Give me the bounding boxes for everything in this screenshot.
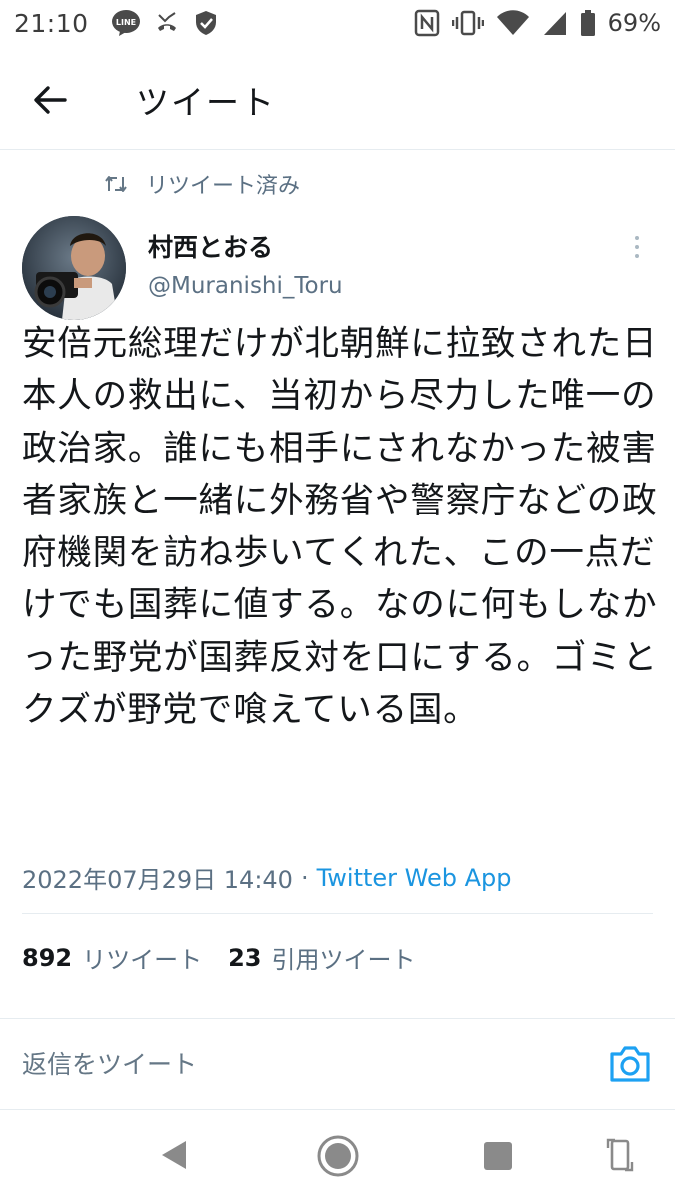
line-icon: LINE — [111, 9, 141, 37]
battery-icon — [580, 9, 596, 37]
triangle-back-icon — [162, 1141, 186, 1169]
system-nav-bar — [0, 1110, 675, 1200]
more-options-button[interactable] — [622, 230, 652, 264]
retweeted-label: リツイート済み — [146, 174, 301, 199]
retweet-icon — [105, 176, 127, 192]
reply-bar: 返信をツイート — [0, 1018, 675, 1110]
status-bar: 21:10 LINE 69% — [0, 0, 675, 46]
retweets-stat[interactable]: 892 リツイート — [22, 940, 202, 975]
retweets-label: リツイート — [82, 946, 203, 974]
meta-separator: · — [300, 863, 309, 892]
rotate-screen-icon — [606, 1138, 634, 1172]
more-dot-icon — [635, 245, 639, 249]
nav-back-button[interactable] — [158, 1138, 190, 1176]
arrow-left-icon — [34, 86, 67, 114]
camera-icon — [610, 1046, 650, 1082]
author-name[interactable]: 村西とおる — [148, 228, 273, 264]
divider — [22, 913, 653, 914]
source-app-link[interactable]: Twitter Web App — [317, 864, 512, 892]
back-button[interactable] — [30, 80, 70, 120]
more-dot-icon — [635, 254, 639, 258]
shield-icon — [193, 9, 219, 37]
line-icon-label: LINE — [115, 18, 135, 27]
status-time: 21:10 — [14, 8, 89, 38]
tweet-stats: 892 リツイート 23 引用ツイート — [22, 940, 416, 975]
circle-home-icon — [317, 1135, 359, 1177]
retweets-count: 892 — [22, 943, 73, 972]
quotes-stat[interactable]: 23 引用ツイート — [228, 940, 415, 975]
nfc-icon — [414, 9, 440, 37]
retweeted-indicator: リツイート済み — [104, 167, 300, 201]
reply-input[interactable]: 返信をツイート — [22, 1045, 522, 1081]
status-bar-right: 69% — [414, 9, 661, 37]
avatar[interactable] — [22, 216, 126, 320]
status-bar-left: 21:10 LINE — [14, 9, 219, 38]
camera-button[interactable] — [608, 1044, 652, 1084]
author-handle[interactable]: @Muranishi_Toru — [148, 273, 343, 299]
app-header: ツイート — [0, 46, 675, 150]
tweet-timestamp[interactable]: 2022年07月29日 14:40 — [22, 860, 293, 895]
tweet-text: 安倍元総理だけが北朝鮮に拉致された日本人の救出に、当初から尽力した唯一の政治家。… — [22, 324, 658, 731]
tweet-meta: 2022年07月29日 14:40 · Twitter Web App — [22, 860, 512, 895]
quotes-label: 引用ツイート — [271, 946, 416, 974]
missed-call-icon — [153, 9, 181, 37]
battery-percent: 69% — [607, 9, 661, 37]
vibrate-icon — [451, 9, 484, 37]
quotes-count: 23 — [228, 943, 262, 972]
square-recents-icon — [484, 1142, 512, 1170]
signal-icon — [542, 9, 568, 37]
page-title: ツイート — [136, 83, 276, 122]
nav-home-button[interactable] — [316, 1134, 360, 1182]
nav-rotate-button[interactable] — [606, 1136, 634, 1178]
wifi-icon — [496, 9, 530, 37]
nav-recents-button[interactable] — [482, 1140, 514, 1176]
more-dot-icon — [635, 236, 639, 240]
tweet-detail-screen: 21:10 LINE 69% ツイート リツイート済み 村西とおる @Muran… — [0, 0, 675, 1200]
